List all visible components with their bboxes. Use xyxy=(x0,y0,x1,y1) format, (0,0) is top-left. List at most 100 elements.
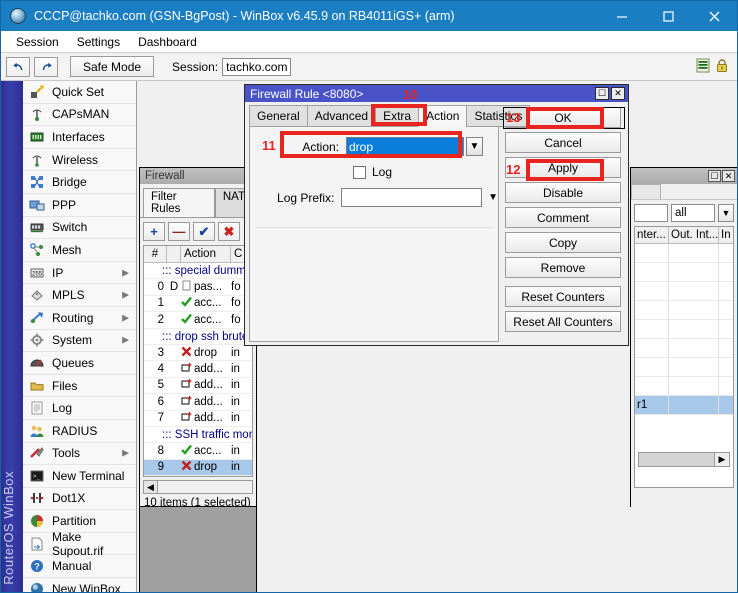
chevron-down-icon[interactable]: ▼ xyxy=(466,137,483,156)
sidebar-item-make-supout-rif[interactable]: Make Supout.rif xyxy=(23,530,136,558)
remove-rule-button[interactable]: — xyxy=(168,222,190,241)
winbox-globe-icon xyxy=(10,8,26,24)
tab-extra[interactable]: Extra xyxy=(375,105,420,127)
sidebar-item-mesh[interactable]: Mesh xyxy=(23,239,136,262)
reset-all-counters-button[interactable]: Reset All Counters xyxy=(505,311,621,332)
sidebar-item-wireless[interactable]: Wireless xyxy=(23,149,136,172)
sidebar-item-routing[interactable]: Routing ▶ xyxy=(23,307,136,330)
table-row[interactable]: 4 add... in xyxy=(144,361,252,378)
sidebar-item-ip[interactable]: 255 IP ▶ xyxy=(23,262,136,285)
menu-dashboard[interactable]: Dashboard xyxy=(129,33,206,51)
column-header-flag[interactable] xyxy=(167,246,181,262)
reset-counters-button[interactable]: Reset Counters xyxy=(505,286,621,307)
list-item[interactable]: r1 xyxy=(635,396,733,415)
column-header-in-interface[interactable]: nter... xyxy=(635,227,669,243)
table-row-comment[interactable]: ::: drop ssh brute fo xyxy=(144,329,252,345)
tab-advanced[interactable]: Advanced xyxy=(306,105,377,127)
disable-button[interactable]: Disable xyxy=(505,182,621,203)
table-row[interactable]: 1 acc... fo xyxy=(144,296,252,313)
tab-statistics[interactable]: Statistics xyxy=(466,105,531,127)
list-item[interactable] xyxy=(635,377,733,396)
table-row[interactable]: 9 drop in xyxy=(144,459,252,477)
sidebar-item-new-winbox[interactable]: New WinBox xyxy=(23,578,136,592)
sidebar-item-system[interactable]: System ▶ xyxy=(23,330,136,353)
list-item[interactable] xyxy=(635,244,733,263)
column-header-out-interface[interactable]: Out. Int... xyxy=(669,227,719,243)
scroll-left-icon[interactable]: ◀ xyxy=(144,481,158,494)
undo-icon[interactable] xyxy=(6,56,30,77)
sidebar-item-capsman[interactable]: CAPsMAN xyxy=(23,104,136,127)
sidebar-item-manual[interactable]: ? Manual xyxy=(23,555,136,579)
session-input[interactable]: tachko.com xyxy=(222,57,292,76)
list-item[interactable] xyxy=(635,282,733,301)
table-row-comment[interactable]: ::: SSH traffic moni xyxy=(144,427,252,444)
list-item[interactable] xyxy=(635,339,733,358)
sidebar-item-dot1x[interactable]: Dot1X xyxy=(23,488,136,511)
comment-button[interactable]: Comment xyxy=(505,207,621,228)
filter-text-input[interactable] xyxy=(634,204,668,222)
column-header-action[interactable]: Action xyxy=(181,246,231,262)
log-checkbox[interactable] xyxy=(353,165,366,179)
list-item[interactable] xyxy=(635,320,733,339)
action-select[interactable]: drop xyxy=(346,137,464,156)
sidebar-item-interfaces[interactable]: Interfaces xyxy=(23,126,136,149)
menu-settings[interactable]: Settings xyxy=(68,33,129,51)
close-button[interactable]: ✕ xyxy=(722,170,735,182)
maximize-button[interactable]: ☐ xyxy=(708,170,721,182)
disable-rule-button[interactable]: ✖ xyxy=(218,222,240,241)
sidebar-item-mpls[interactable]: MPLS ▶ xyxy=(23,284,136,307)
list-item[interactable] xyxy=(635,358,733,377)
sidebar-item-bridge[interactable]: Bridge xyxy=(23,171,136,194)
table-row[interactable]: 6 add... in xyxy=(144,394,252,411)
copy-button[interactable]: Copy xyxy=(505,232,621,253)
sidebar-item-files[interactable]: Files xyxy=(23,375,136,398)
menu-session[interactable]: Session xyxy=(7,33,68,51)
sidebar-item-ppp[interactable]: PPP xyxy=(23,194,136,217)
maximize-button[interactable] xyxy=(645,1,691,31)
chevron-down-icon[interactable]: ▼ xyxy=(718,204,734,222)
table-row-comment[interactable]: ::: special dummy n xyxy=(144,263,252,280)
chevron-down-icon[interactable]: ▼ xyxy=(488,192,498,203)
list-item[interactable] xyxy=(635,301,733,320)
sidebar-item-queues[interactable]: Queues xyxy=(23,352,136,375)
minimize-button[interactable] xyxy=(599,1,645,31)
cell-out-interface xyxy=(669,320,719,339)
apply-button[interactable]: Apply xyxy=(505,157,621,178)
filter-scope-select[interactable]: all xyxy=(671,204,715,222)
maximize-button[interactable]: ☐ xyxy=(595,87,609,100)
table-row[interactable]: 2 acc... fo xyxy=(144,312,252,329)
sidebar-item-log[interactable]: Log xyxy=(23,397,136,420)
cell-in-interface xyxy=(635,320,669,339)
table-row[interactable]: 3 drop in xyxy=(144,345,252,362)
tab-filter-rules[interactable]: Filter Rules xyxy=(143,188,215,217)
table-row[interactable]: 8 acc... in xyxy=(144,443,252,460)
column-header-index[interactable]: # xyxy=(144,246,167,262)
cell-chain: in xyxy=(231,444,240,457)
table-row[interactable]: 0 Dpas... fo xyxy=(144,279,252,296)
sidebar-item-new-terminal[interactable]: >_ New Terminal xyxy=(23,465,136,488)
close-button[interactable] xyxy=(691,1,737,31)
sidebar-item-tools[interactable]: Tools ▶ xyxy=(23,443,136,466)
secondary-horizontal-scrollbar[interactable]: ▶ xyxy=(638,452,730,467)
tab-general[interactable]: General xyxy=(249,105,308,127)
sidebar-item-radius[interactable]: RADIUS xyxy=(23,420,136,443)
list-item[interactable] xyxy=(635,263,733,282)
firewall-horizontal-scrollbar[interactable]: ◀ xyxy=(143,480,253,495)
bridge-icon xyxy=(29,174,45,190)
scroll-right-icon[interactable]: ▶ xyxy=(714,453,729,466)
redo-icon[interactable] xyxy=(34,56,58,77)
close-button[interactable]: ✕ xyxy=(611,87,625,100)
sidebar-item-switch[interactable]: Switch xyxy=(23,217,136,240)
cancel-button[interactable]: Cancel xyxy=(505,132,621,153)
enable-rule-button[interactable]: ✔ xyxy=(193,222,215,241)
remove-button[interactable]: Remove xyxy=(505,257,621,278)
log-prefix-input[interactable] xyxy=(341,188,483,207)
safe-mode-button[interactable]: Safe Mode xyxy=(70,56,155,77)
table-row[interactable]: 7 add... in xyxy=(144,411,252,427)
sidebar-item-quick-set[interactable]: Quick Set xyxy=(23,81,136,104)
column-header-in[interactable]: In xyxy=(719,227,733,243)
add-rule-button[interactable]: + xyxy=(143,222,165,241)
table-row[interactable]: 5 add... in xyxy=(144,378,252,395)
tab-action[interactable]: Action xyxy=(418,105,468,127)
secondary-window-tab[interactable] xyxy=(631,184,661,199)
